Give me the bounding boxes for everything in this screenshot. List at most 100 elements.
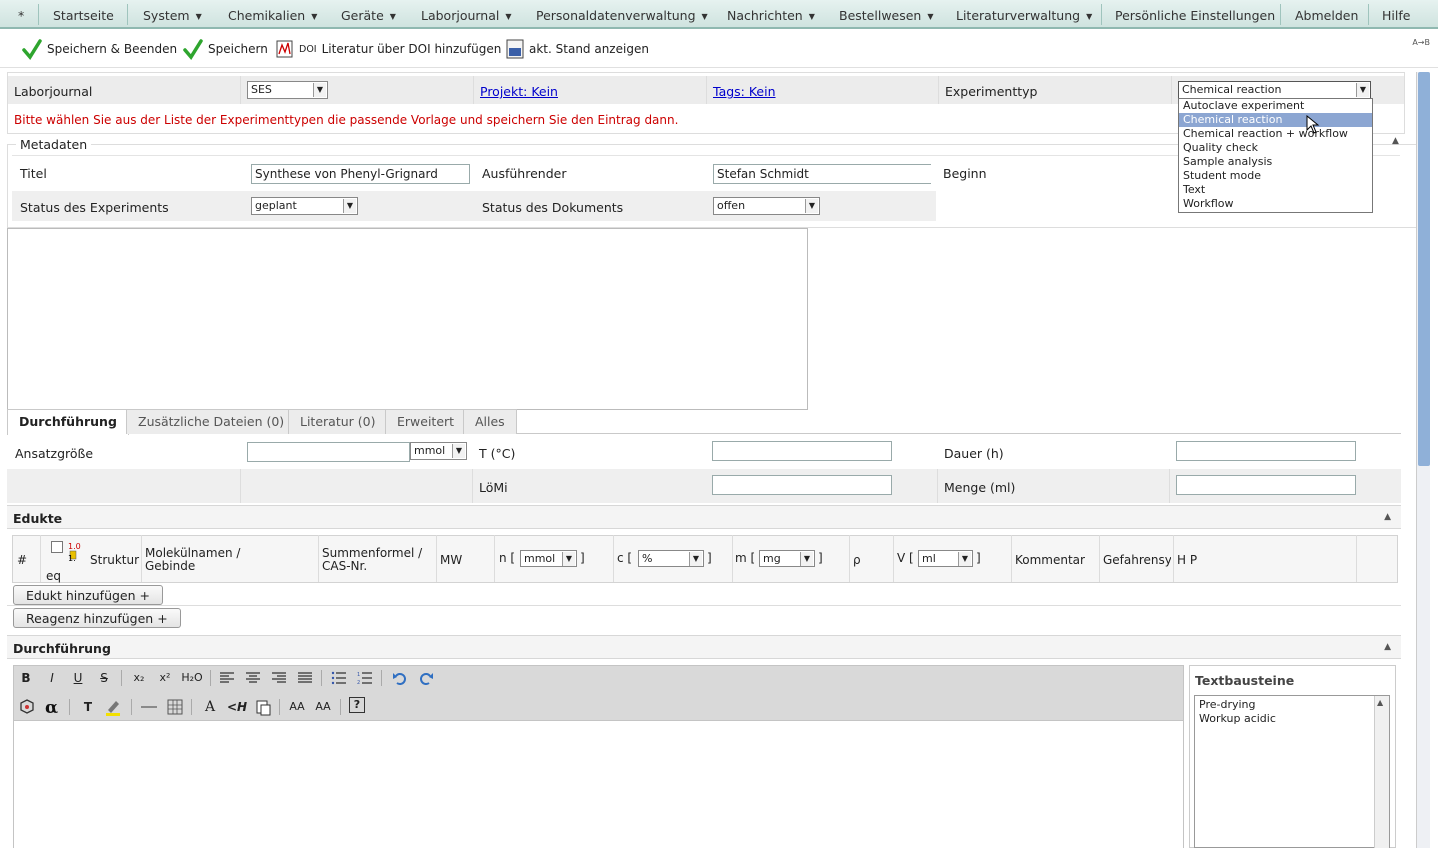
- title-input[interactable]: Synthese von Phenyl-Grignard: [251, 164, 470, 184]
- align-right-icon[interactable]: [271, 672, 287, 684]
- experiment-type-select[interactable]: Chemical reaction ▼: [1178, 81, 1371, 99]
- numbered-list-icon[interactable]: 12: [357, 671, 373, 685]
- text-blocks-scrollbar[interactable]: [1374, 696, 1389, 848]
- tab-durchfuehrung[interactable]: Durchführung: [7, 409, 129, 435]
- tab-literature[interactable]: Literatur (0): [288, 409, 388, 434]
- n-unit-select[interactable]: mmol ▼: [520, 550, 577, 567]
- align-justify-icon[interactable]: [297, 672, 313, 684]
- menu-startseite[interactable]: Startseite: [53, 8, 114, 23]
- tab-all[interactable]: Alles: [463, 409, 517, 434]
- save-and-close-button[interactable]: Speichern & Beenden: [22, 37, 177, 61]
- tab-additional-files[interactable]: Zusätzliche Dateien (0): [126, 409, 297, 434]
- batch-size-input[interactable]: [247, 442, 410, 462]
- collapse-arrow-icon[interactable]: ▲: [1384, 642, 1391, 652]
- document-status-select[interactable]: offen ▼: [713, 197, 820, 215]
- horizontal-rule-icon[interactable]: [140, 698, 158, 716]
- batch-unit-select[interactable]: mmol ▼: [410, 442, 467, 460]
- option-chemical-reaction-workflow[interactable]: Chemical reaction + workflow: [1179, 127, 1372, 141]
- subscript-button[interactable]: x₂: [129, 668, 149, 688]
- show-current-state-button[interactable]: akt. Stand anzeigen: [506, 37, 649, 61]
- equivalents-icon[interactable]: 1.01.: [68, 541, 86, 563]
- scroll-up-icon[interactable]: ▲: [1377, 698, 1383, 707]
- option-workflow[interactable]: Workflow: [1179, 197, 1372, 211]
- amount-input[interactable]: [1176, 475, 1356, 495]
- menu-star[interactable]: *: [18, 8, 24, 23]
- save-and-close-label: Speichern & Beenden: [47, 42, 178, 56]
- select-all-checkbox[interactable]: [51, 541, 63, 553]
- text-block-item[interactable]: Pre-drying: [1199, 698, 1255, 711]
- add-educt-button[interactable]: Edukt hinzufügen +: [13, 585, 163, 605]
- project-link[interactable]: Projekt: Kein: [480, 84, 558, 99]
- menu-literaturverwaltung[interactable]: Literaturverwaltung ▼: [956, 8, 1092, 23]
- menu-laborjournal[interactable]: Laborjournal ▼: [421, 8, 512, 23]
- m-unit-value: mg: [763, 552, 781, 565]
- text-block-item[interactable]: Workup acidic: [1199, 712, 1276, 725]
- save-button[interactable]: Speichern: [183, 37, 268, 61]
- menu-nachrichten[interactable]: Nachrichten ▼: [727, 8, 815, 23]
- collapse-arrow-icon[interactable]: ▲: [1384, 512, 1391, 522]
- menu-bestellwesen[interactable]: Bestellwesen ▼: [839, 8, 934, 23]
- align-left-icon[interactable]: [219, 672, 235, 684]
- doi-literature-button[interactable]: DOI Literatur über DOI hinzufügen: [276, 37, 501, 61]
- menu-persoenliche-einstellungen[interactable]: Persönliche Einstellungen: [1115, 8, 1275, 23]
- procedure-section-header[interactable]: Durchführung ▲: [7, 635, 1401, 659]
- lowercase-button[interactable]: AA: [313, 697, 333, 717]
- v-unit-select[interactable]: ml ▼: [918, 550, 973, 567]
- undo-icon[interactable]: [392, 671, 408, 685]
- option-autoclave-experiment[interactable]: Autoclave experiment: [1179, 99, 1372, 113]
- scroll-thumb[interactable]: [1418, 72, 1430, 466]
- chevron-down-icon: ▼: [927, 12, 934, 21]
- insert-molecule-icon[interactable]: [18, 698, 36, 716]
- menu-system[interactable]: System ▼: [143, 8, 202, 23]
- solvent-input[interactable]: [712, 475, 892, 495]
- bullet-list-icon[interactable]: [331, 671, 347, 685]
- menu-hilfe[interactable]: Hilfe: [1382, 8, 1410, 23]
- italic-button[interactable]: I: [42, 668, 62, 688]
- temperature-input[interactable]: [712, 441, 892, 461]
- underline-button[interactable]: U: [68, 668, 88, 688]
- option-sample-analysis[interactable]: Sample analysis: [1179, 155, 1372, 169]
- option-text[interactable]: Text: [1179, 183, 1372, 197]
- c-unit-select[interactable]: % ▼: [638, 550, 704, 567]
- divider: [473, 76, 474, 104]
- option-chemical-reaction[interactable]: Chemical reaction: [1179, 113, 1372, 127]
- html-source-button[interactable]: <H: [224, 697, 250, 717]
- tags-link[interactable]: Tags: Kein: [713, 84, 776, 99]
- reaction-drawing-area[interactable]: [7, 228, 808, 410]
- redo-icon[interactable]: [418, 671, 434, 685]
- bold-button[interactable]: B: [16, 668, 36, 688]
- experiment-status-select[interactable]: geplant ▼: [251, 197, 358, 215]
- option-student-mode[interactable]: Student mode: [1179, 169, 1372, 183]
- menu-personaldatenverwaltung[interactable]: Personaldatenverwaltung ▼: [536, 8, 708, 23]
- special-character-alpha-icon[interactable]: α: [44, 698, 64, 716]
- chemical-formula-button[interactable]: H₂O: [179, 668, 205, 688]
- tab-extended[interactable]: Erweitert: [385, 409, 467, 434]
- table-icon[interactable]: [166, 698, 184, 716]
- menu-abmelden[interactable]: Abmelden: [1295, 8, 1358, 23]
- laborjournal-select[interactable]: SES ▼: [247, 81, 328, 99]
- paste-text-icon[interactable]: [254, 698, 272, 716]
- experiment-status-value: geplant: [255, 199, 297, 212]
- collapse-arrow-icon[interactable]: ▲: [1392, 136, 1399, 146]
- column-divider: [613, 535, 614, 582]
- page-scrollbar[interactable]: [1416, 72, 1430, 848]
- text-color-button[interactable]: T: [78, 697, 98, 717]
- duration-input[interactable]: [1176, 441, 1356, 461]
- uppercase-button[interactable]: AA: [287, 697, 307, 717]
- procedure-editor[interactable]: [13, 721, 1184, 848]
- superscript-button[interactable]: x²: [155, 668, 175, 688]
- add-reagent-button[interactable]: Reagenz hinzufügen +: [13, 608, 181, 628]
- menu-geraete[interactable]: Geräte ▼: [341, 8, 396, 23]
- highlighter-icon[interactable]: [104, 698, 122, 716]
- help-button[interactable]: ?: [349, 697, 365, 713]
- option-quality-check[interactable]: Quality check: [1179, 141, 1372, 155]
- svg-text:1.: 1.: [68, 554, 76, 563]
- menu-chemikalien[interactable]: Chemikalien ▼: [228, 8, 317, 23]
- align-center-icon[interactable]: [245, 672, 261, 684]
- swap-icon[interactable]: A→B: [1412, 38, 1430, 47]
- educts-section-header[interactable]: Edukte ▲: [7, 505, 1401, 529]
- m-unit-select[interactable]: mg ▼: [759, 550, 815, 567]
- font-size-button[interactable]: A: [200, 697, 220, 717]
- strikethrough-button[interactable]: S: [94, 668, 114, 688]
- performer-input[interactable]: Stefan Schmidt: [713, 164, 931, 184]
